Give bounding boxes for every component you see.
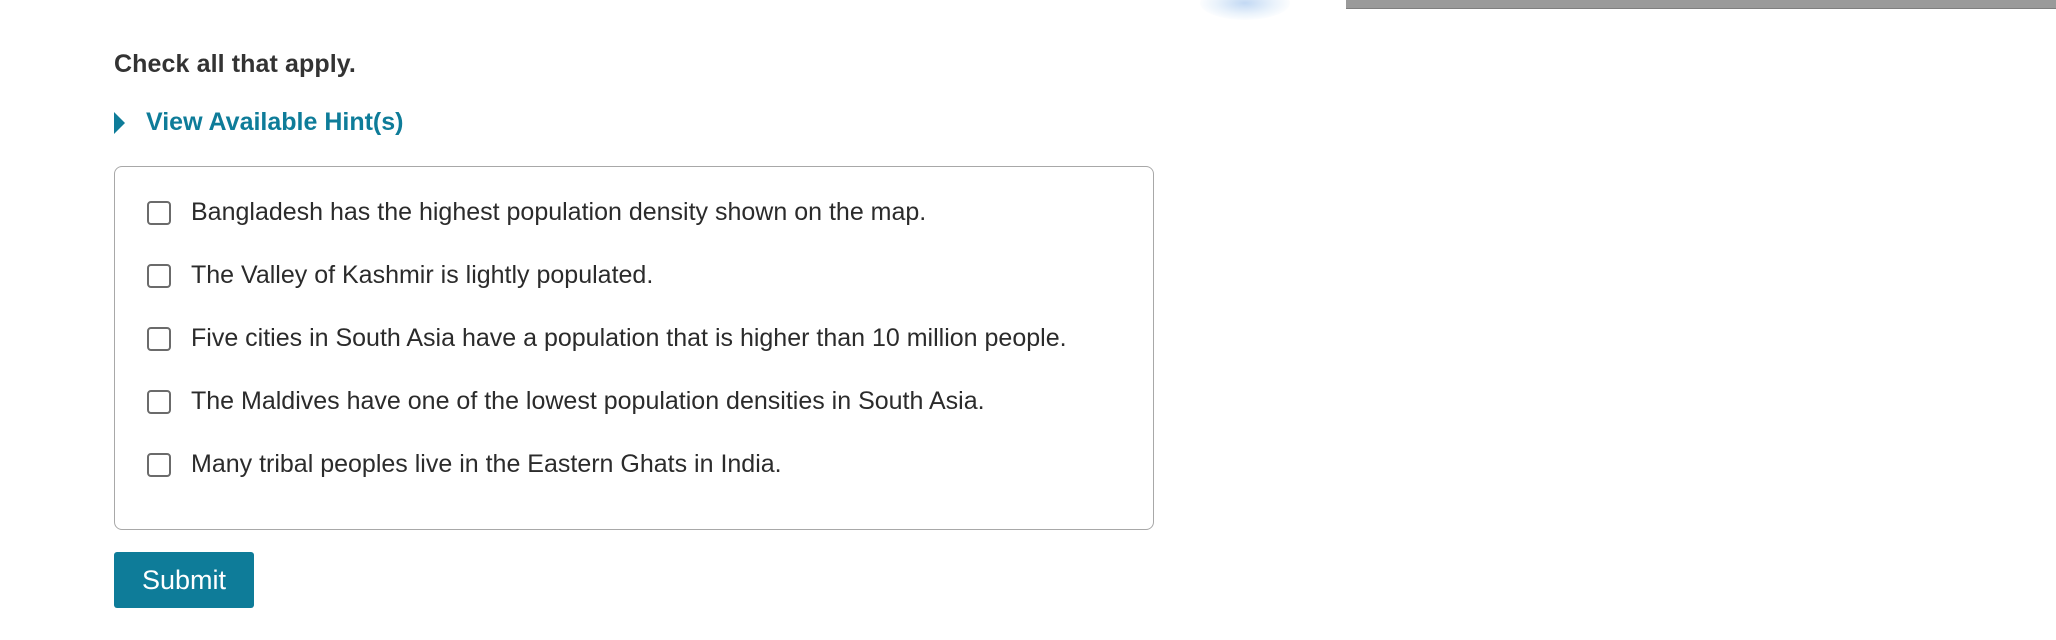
page: Check all that apply. View Available Hin… xyxy=(0,0,2056,640)
option-label: Many tribal peoples live in the Eastern … xyxy=(191,450,782,478)
option-label: Five cities in South Asia have a populat… xyxy=(191,324,1067,352)
answer-options: Bangladesh has the highest population de… xyxy=(114,166,1154,530)
answer-option-1[interactable]: Bangladesh has the highest population de… xyxy=(147,198,926,227)
option-label: The Valley of Kashmir is lightly populat… xyxy=(191,261,654,289)
checkbox-icon[interactable] xyxy=(147,263,171,288)
checkbox-icon[interactable] xyxy=(147,326,171,351)
view-hints-toggle[interactable]: View Available Hint(s) xyxy=(114,108,403,137)
image-panel-edge xyxy=(1346,0,2056,9)
answer-option-3[interactable]: Five cities in South Asia have a populat… xyxy=(147,324,1067,353)
option-label: Bangladesh has the highest population de… xyxy=(191,198,927,226)
answer-option-2[interactable]: The Valley of Kashmir is lightly populat… xyxy=(147,261,653,290)
checkbox-icon[interactable] xyxy=(147,452,171,477)
checkbox-icon[interactable] xyxy=(147,389,171,414)
option-label: The Maldives have one of the lowest popu… xyxy=(191,387,985,415)
checkbox-icon[interactable] xyxy=(147,200,171,225)
map-glow-edge xyxy=(1200,0,1290,20)
answer-option-4[interactable]: The Maldives have one of the lowest popu… xyxy=(147,387,985,416)
view-hints-link[interactable]: View Available Hint(s) xyxy=(146,108,403,137)
answer-option-5[interactable]: Many tribal peoples live in the Eastern … xyxy=(147,450,782,479)
caret-right-icon xyxy=(114,111,125,134)
submit-button[interactable]: Submit xyxy=(114,552,254,608)
instruction-text: Check all that apply. xyxy=(114,50,356,78)
